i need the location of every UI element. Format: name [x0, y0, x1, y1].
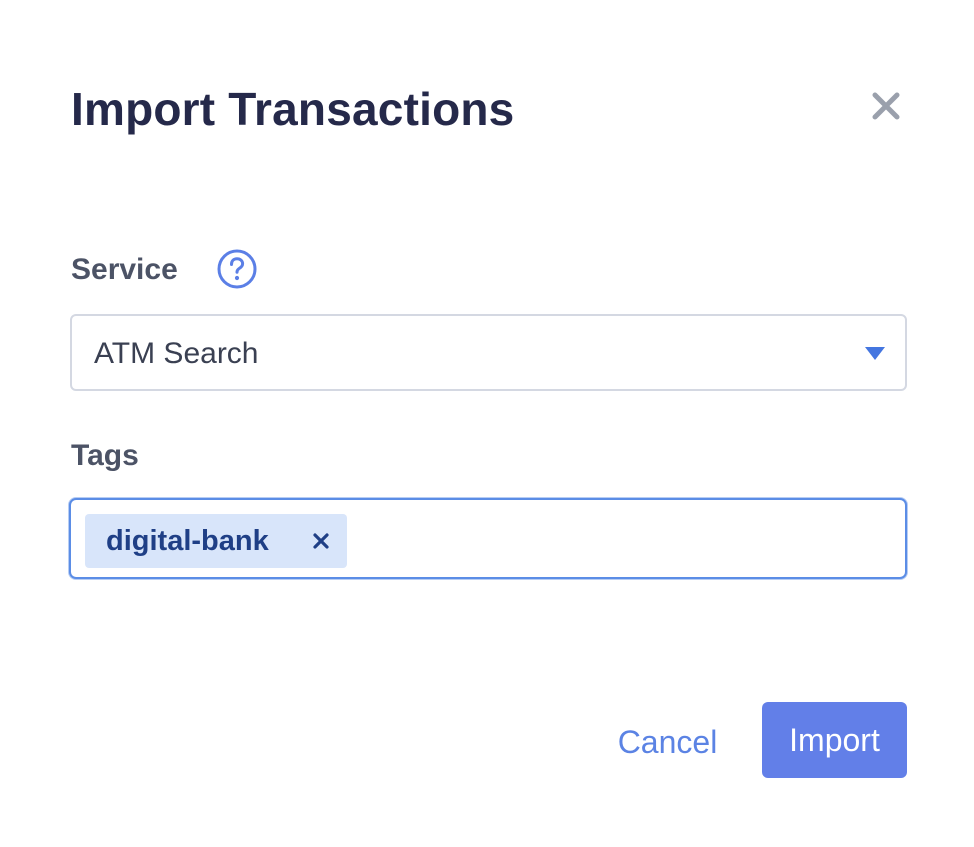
tag-chip: digital-bank: [85, 514, 347, 568]
tags-label: Tags: [71, 439, 139, 472]
service-select-value: ATM Search: [94, 337, 259, 370]
service-select[interactable]: ATM Search: [70, 314, 907, 391]
close-button[interactable]: [866, 86, 906, 126]
tag-chip-label: digital-bank: [106, 525, 269, 557]
import-button[interactable]: Import: [762, 702, 907, 778]
question-circle-icon: [216, 248, 258, 290]
close-icon: [866, 86, 906, 126]
service-label: Service: [71, 253, 178, 286]
caret-down-icon: [865, 347, 885, 361]
tags-input[interactable]: digital-bank: [69, 498, 907, 579]
import-transactions-dialog: Import Transactions Service ATM Search T…: [0, 0, 974, 847]
tag-remove-button[interactable]: [311, 531, 331, 551]
close-icon: [313, 533, 329, 549]
service-help-button[interactable]: [216, 248, 258, 290]
cancel-button[interactable]: Cancel: [600, 706, 735, 778]
dialog-title: Import Transactions: [71, 83, 515, 135]
